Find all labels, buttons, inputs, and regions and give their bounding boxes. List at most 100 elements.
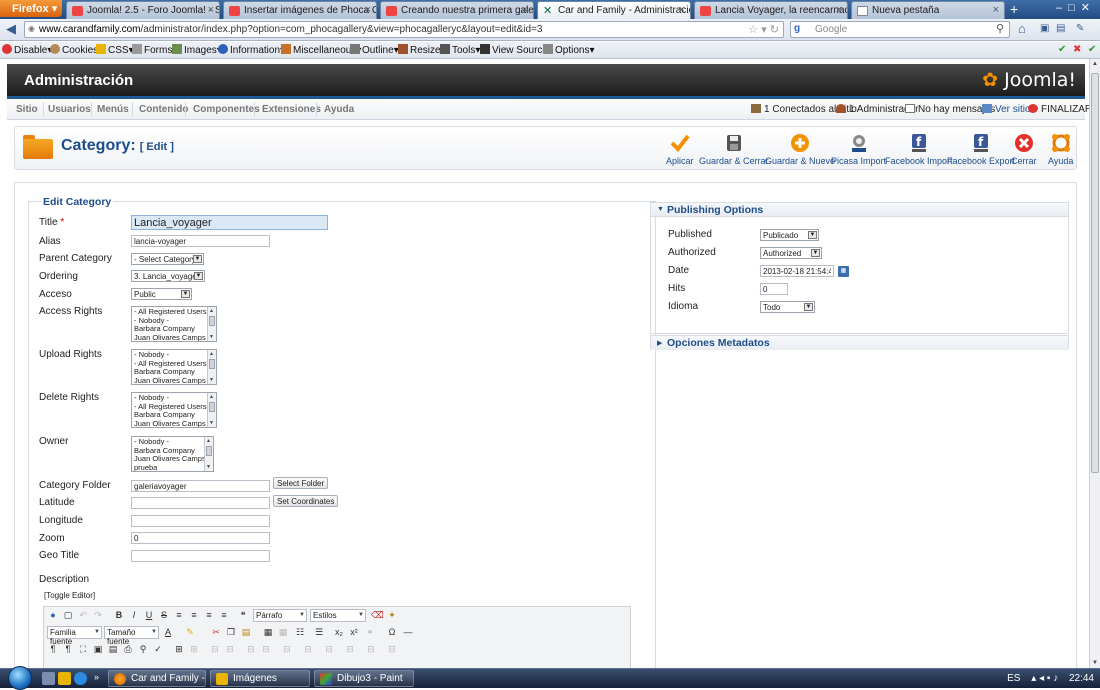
- addon-icon[interactable]: ▣: [1040, 23, 1049, 34]
- devbar-outline[interactable]: Outline▾: [350, 44, 399, 56]
- tab-lancia-voyager[interactable]: Lancia Voyager, la reencarnación d... ×: [694, 1, 848, 19]
- tab-joomla-forum[interactable]: Joomla! 2.5 - Foro Joomla! - Servici... …: [66, 1, 220, 19]
- set-coordinates-button[interactable]: Set Coordinates: [273, 495, 339, 507]
- tab-close-icon[interactable]: ×: [993, 4, 999, 16]
- tools-icon[interactable]: ✎: [1076, 23, 1084, 34]
- devbar-forms[interactable]: Forms▾: [132, 44, 177, 56]
- category-folder-input[interactable]: [131, 480, 270, 492]
- italic-icon[interactable]: I: [128, 609, 140, 621]
- listbox-scrollbar[interactable]: [207, 350, 216, 384]
- eraser-icon[interactable]: ⌫: [371, 609, 384, 621]
- listbox-scrollbar[interactable]: [207, 393, 216, 427]
- language-select[interactable]: Todo ▼: [760, 301, 815, 313]
- devbar-images[interactable]: Images▾: [172, 44, 222, 56]
- latitude-input[interactable]: [131, 497, 270, 509]
- align-center-icon[interactable]: ≡: [188, 609, 200, 621]
- menu-ayuda[interactable]: Ayuda: [324, 104, 354, 115]
- horizontal-rule-icon[interactable]: —: [402, 626, 414, 638]
- clock[interactable]: 22:44: [1069, 673, 1094, 684]
- table-icon[interactable]: ⊞: [173, 643, 185, 655]
- ordered-list-icon[interactable]: ☷: [294, 626, 306, 638]
- table-col2-icon[interactable]: ⊟: [260, 643, 272, 655]
- tab-close-icon[interactable]: ×: [522, 4, 528, 16]
- delete-rights-listbox[interactable]: - Nobody - - All Registered Users - Barb…: [131, 392, 217, 428]
- search-binoculars-icon[interactable]: ⚲: [137, 643, 149, 655]
- hits-input[interactable]: [760, 283, 788, 295]
- ie-quicklaunch-icon[interactable]: [74, 672, 87, 685]
- title-input[interactable]: [131, 215, 328, 230]
- listbox-scrollbar[interactable]: [207, 307, 216, 341]
- language-indicator[interactable]: ES: [1007, 673, 1020, 684]
- taskbar-item-paint[interactable]: Dibujo3 - Paint: [314, 670, 414, 687]
- tray-icons[interactable]: ▴ ◂ ▪ ♪: [1031, 673, 1058, 684]
- underline-icon[interactable]: U: [143, 609, 155, 621]
- publishing-options-header[interactable]: ▼ Publishing Options: [651, 203, 1068, 217]
- home-icon[interactable]: ⌂: [1018, 21, 1026, 36]
- bookmarks-menu-icon[interactable]: ▤: [1056, 23, 1065, 34]
- tab-close-icon[interactable]: ×: [365, 4, 371, 16]
- window-close-icon[interactable]: ✕: [1081, 2, 1096, 14]
- menu-extensiones[interactable]: Extensiones: [262, 104, 321, 115]
- view-site-link[interactable]: Ver sitio: [982, 104, 1031, 115]
- table-delete-icon[interactable]: ⊟: [302, 643, 314, 655]
- menu-menus[interactable]: Menús: [97, 104, 129, 115]
- site-identity-icon[interactable]: ◉: [28, 24, 35, 33]
- highlight-icon[interactable]: ✎: [184, 626, 196, 638]
- superscript-icon[interactable]: x²: [348, 626, 360, 638]
- menu-usuarios[interactable]: Usuarios: [48, 104, 91, 115]
- font-size-select[interactable]: Tamaño fuente ▼: [104, 626, 159, 646]
- validation-error-icon[interactable]: ✖: [1073, 44, 1081, 55]
- redo-icon[interactable]: ↷: [92, 609, 104, 621]
- tab-phoca-gallery[interactable]: Insertar imágenes de Phoca Gallery ... ×: [223, 1, 377, 19]
- undo-icon[interactable]: ↶: [77, 609, 89, 621]
- facebook-export-button[interactable]: f Facebook Export: [947, 133, 1015, 166]
- tab-close-icon[interactable]: ×: [836, 4, 842, 16]
- scrollbar-thumb[interactable]: [1091, 73, 1099, 473]
- text-color-icon[interactable]: A: [162, 626, 174, 638]
- calendar-icon[interactable]: ▦: [838, 266, 849, 277]
- published-select[interactable]: Publicado ▼: [760, 229, 819, 241]
- ltr-icon[interactable]: ¶: [47, 643, 59, 655]
- select-folder-button[interactable]: Select Folder: [273, 477, 329, 489]
- find-replace-icon[interactable]: ▦: [262, 626, 274, 638]
- css-ok-icon[interactable]: ✔: [1088, 44, 1096, 55]
- cut-icon[interactable]: ✂: [210, 626, 222, 638]
- quicklaunch-more-icon[interactable]: »: [94, 672, 99, 682]
- date-input[interactable]: [760, 265, 834, 277]
- back-arrow-icon[interactable]: ◀: [6, 21, 16, 37]
- table-merge-icon[interactable]: ⊟: [224, 643, 236, 655]
- parent-category-select[interactable]: - Select Category - ▼: [131, 253, 204, 265]
- help-button[interactable]: Ayuda: [1048, 133, 1073, 166]
- devbar-tools[interactable]: Tools▾: [440, 44, 480, 56]
- taskbar-item-firefox[interactable]: Car and Family - Ad...: [108, 670, 206, 687]
- find-icon[interactable]: ▦: [277, 626, 289, 638]
- google-search-icon[interactable]: g: [794, 23, 800, 34]
- align-left-icon[interactable]: ≡: [173, 609, 185, 621]
- subscript-icon[interactable]: x₂: [333, 626, 345, 638]
- url-bar[interactable]: ◉ www.carandfamily.com/administrator/ind…: [24, 21, 784, 38]
- table-more-icon[interactable]: ⊟: [344, 643, 356, 655]
- tab-close-icon[interactable]: ×: [679, 4, 685, 16]
- metadata-options-header[interactable]: ▶ Opciones Metadatos: [651, 336, 1068, 350]
- close-button[interactable]: Cerrar: [1011, 133, 1037, 166]
- devbar-options[interactable]: Options▾: [543, 44, 595, 56]
- toggle-editor-link[interactable]: [Toggle Editor]: [44, 591, 95, 600]
- search-bar[interactable]: g Google ⚲: [790, 21, 1010, 38]
- scroll-down-icon[interactable]: ▼: [1092, 660, 1098, 666]
- list-item[interactable]: Juan Olivares Camps: [134, 333, 214, 341]
- tab-close-icon[interactable]: ×: [208, 4, 214, 16]
- listbox-scrollbar[interactable]: [204, 437, 213, 471]
- taskbar-item-imagenes[interactable]: Imágenes: [210, 670, 310, 687]
- owner-listbox[interactable]: - Nobody - Barbara Company Juan Olivares…: [131, 436, 214, 472]
- save-new-button[interactable]: Guardar & Nuevo: [765, 133, 835, 166]
- blockquote-icon[interactable]: ❝: [237, 609, 249, 621]
- logout-link[interactable]: FINALIZAR: [1028, 104, 1092, 115]
- editor-help-icon[interactable]: ●: [47, 609, 59, 621]
- scroll-up-icon[interactable]: ▲: [1092, 61, 1098, 67]
- minimize-icon[interactable]: –: [1056, 2, 1068, 14]
- justify-icon[interactable]: ≡: [218, 609, 230, 621]
- alias-input[interactable]: [131, 235, 270, 247]
- unordered-list-icon[interactable]: ☰: [313, 626, 325, 638]
- start-button[interactable]: [8, 666, 32, 690]
- geo-title-input[interactable]: [131, 550, 270, 562]
